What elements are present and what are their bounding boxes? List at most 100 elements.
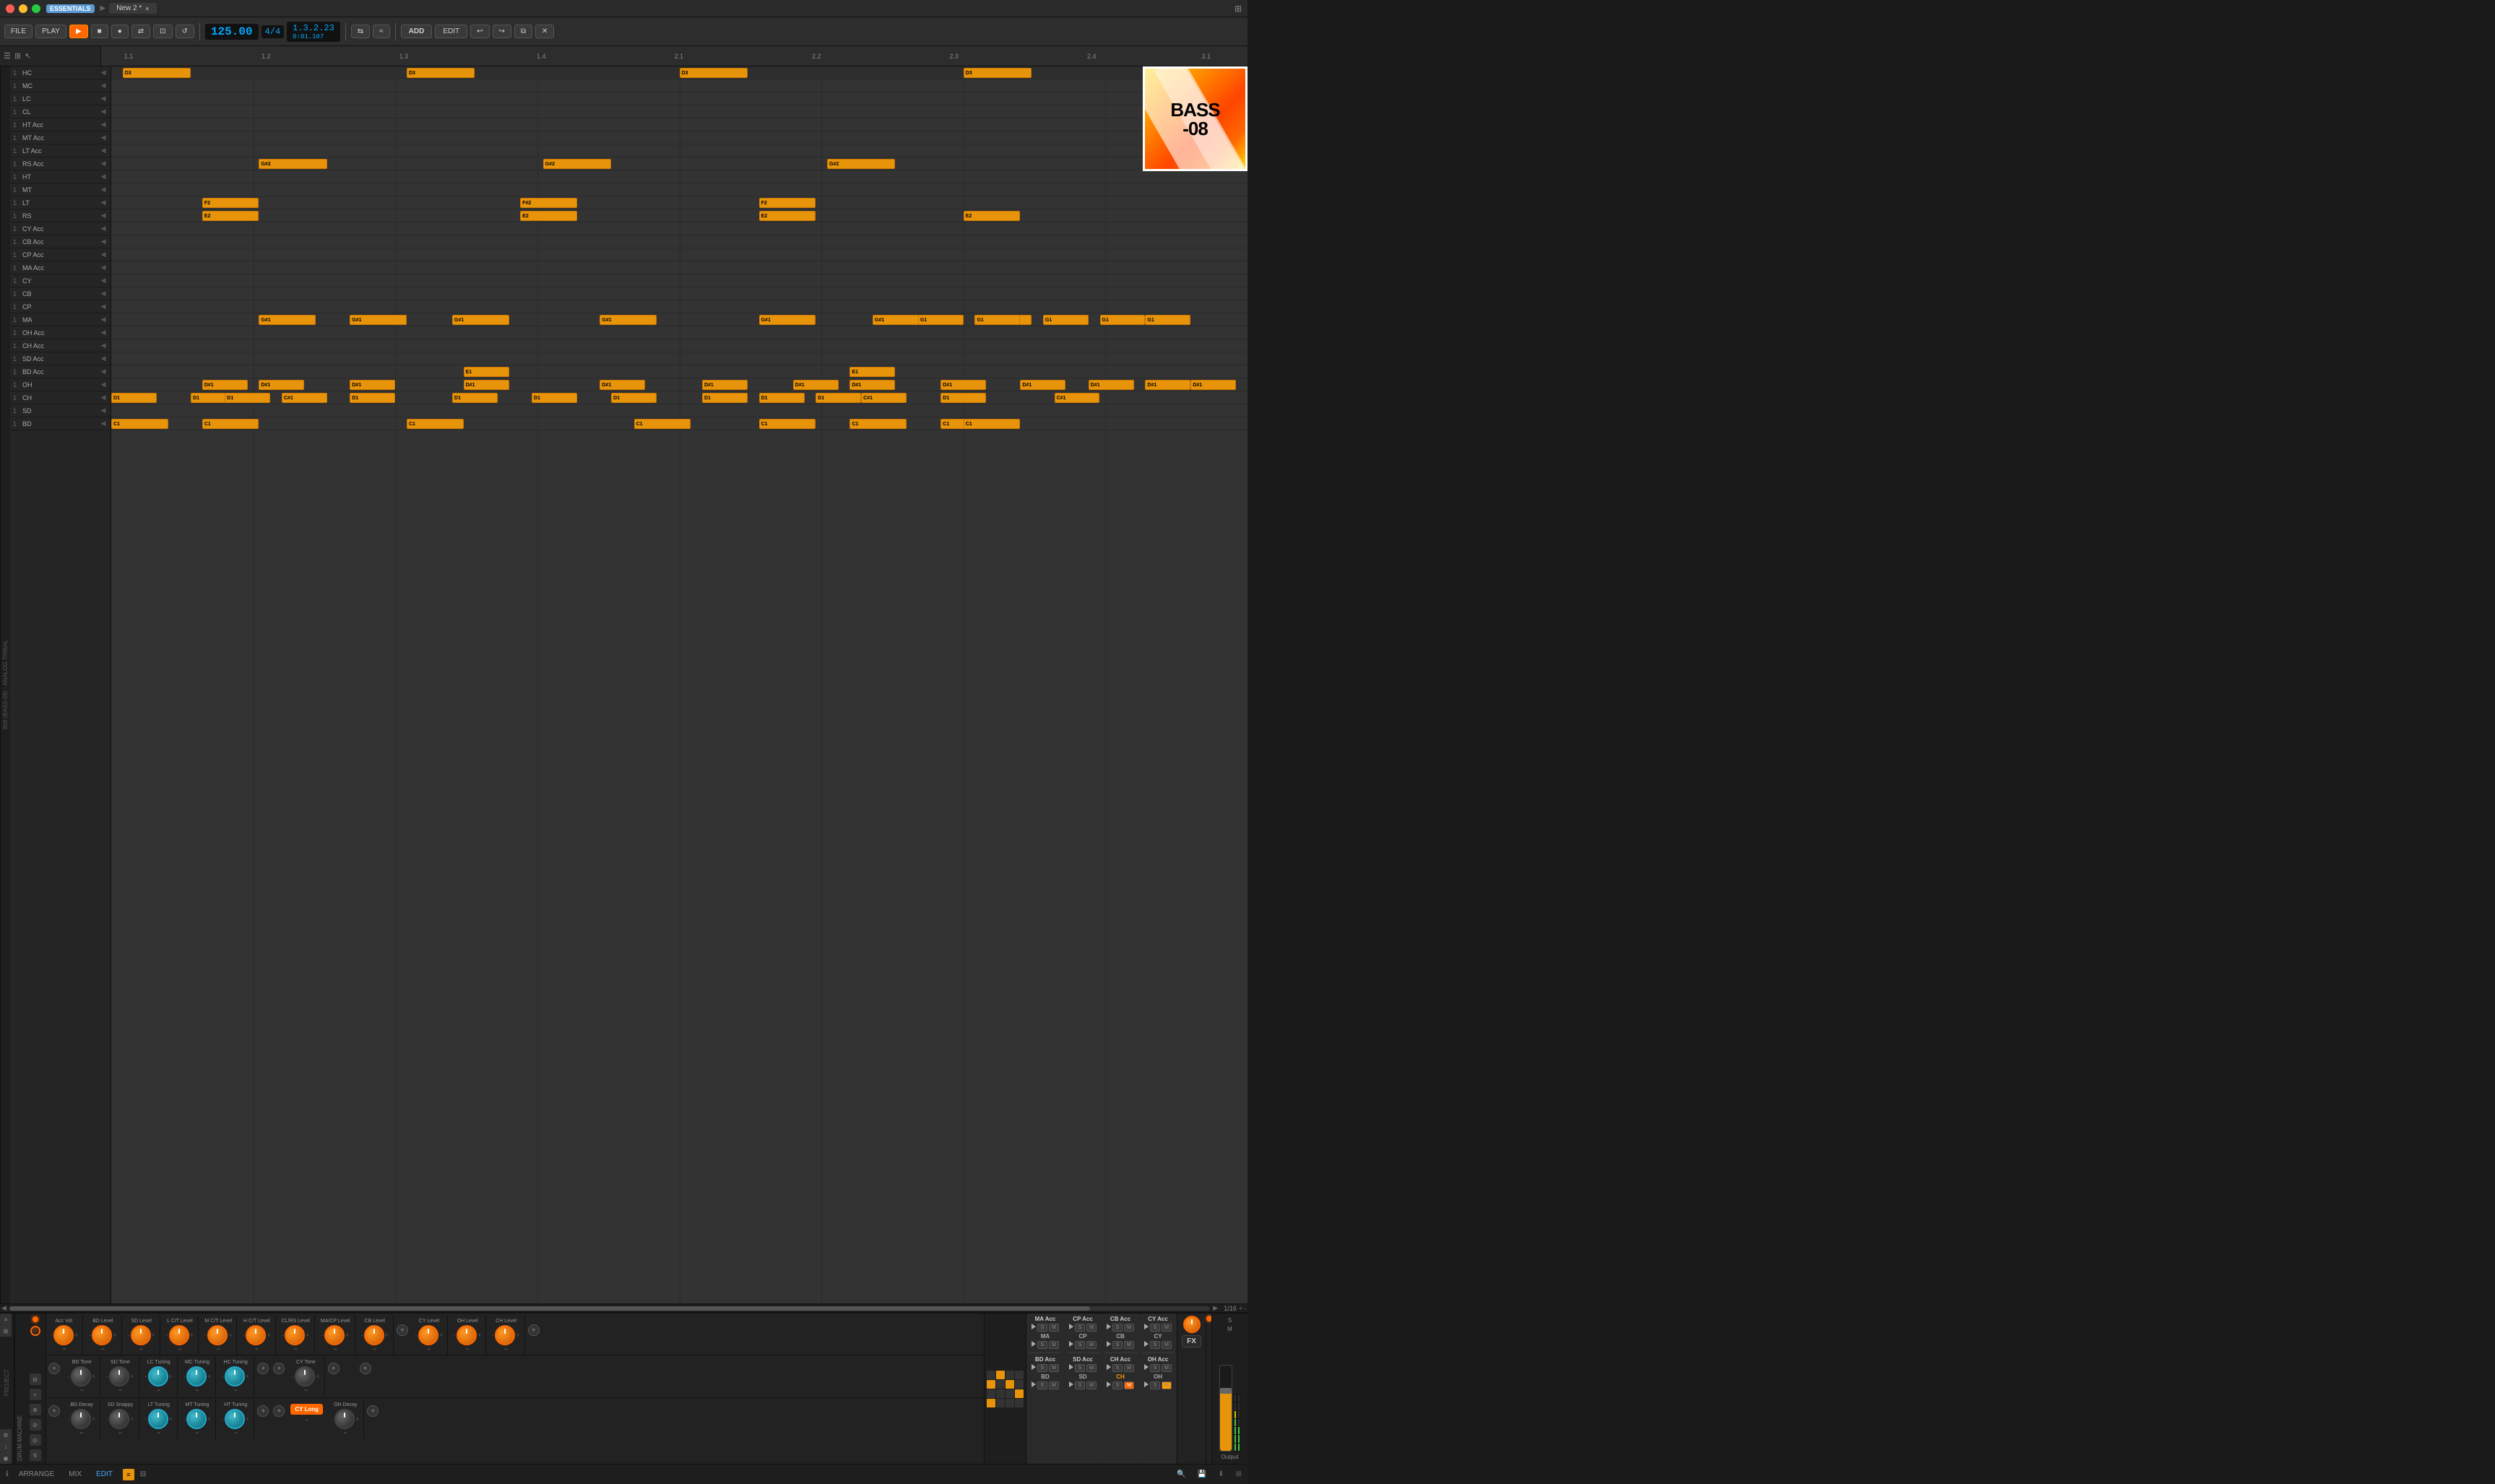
track-row[interactable]: 1CP Acc◀ — [10, 248, 111, 261]
lct-level-knob[interactable] — [169, 1325, 189, 1345]
clip-block[interactable]: D#1 — [793, 380, 839, 390]
content-row-sd-acc[interactable] — [111, 352, 1248, 365]
mute-btn-cy-acc[interactable]: M — [1162, 1324, 1172, 1332]
solo-btn-cp[interactable]: S — [1075, 1341, 1085, 1349]
matrix-cell[interactable] — [996, 1380, 1005, 1389]
capture-button[interactable]: ≈ — [373, 25, 390, 38]
track-row[interactable]: 1CY Acc◀ — [10, 222, 111, 235]
bar-beat-position[interactable]: 1.3.2.23 — [293, 23, 334, 33]
mute-btn-ma[interactable]: M — [1049, 1341, 1059, 1349]
solo-btn-sd-acc[interactable]: S — [1075, 1364, 1085, 1372]
clip-block[interactable]: D1 — [941, 393, 986, 403]
clip-block[interactable]: E2 — [202, 211, 259, 221]
content-row-oh-acc[interactable] — [111, 326, 1248, 339]
clip-block[interactable]: C1 — [964, 419, 1021, 429]
matrix-cell[interactable] — [1006, 1399, 1014, 1407]
fader-knob[interactable] — [1220, 1388, 1232, 1394]
clip-block[interactable]: D#1 — [1190, 380, 1236, 390]
content-row-ch-acc[interactable] — [111, 339, 1248, 352]
cy-long-button[interactable]: CY Long — [290, 1404, 323, 1415]
clip-block[interactable]: G#2 — [543, 159, 611, 169]
track-row[interactable]: 1HT◀ — [10, 170, 111, 183]
add-decay-btn[interactable]: + — [48, 1405, 60, 1417]
edit-options-icon[interactable]: ⊟ — [140, 1470, 146, 1478]
track-row[interactable]: 1BD◀ — [10, 417, 111, 430]
clip-block[interactable]: D#1 — [464, 380, 509, 390]
play-triangle-cb[interactable] — [1107, 1341, 1111, 1347]
matrix-cell[interactable] — [996, 1389, 1005, 1398]
scroll-right-arrow[interactable]: ▶ — [1213, 1304, 1218, 1312]
acc-vol-minus[interactable]: - — [51, 1332, 53, 1339]
list-icon[interactable]: ☰ — [4, 51, 11, 61]
clip-block[interactable]: F2 — [759, 198, 816, 208]
content-row-cl[interactable] — [111, 105, 1248, 118]
matrix-cell[interactable] — [996, 1371, 1005, 1379]
undo-button[interactable]: ↩ — [470, 25, 489, 38]
mct-level-knob[interactable] — [207, 1325, 228, 1345]
zoom-in-icon[interactable]: + — [1239, 1305, 1242, 1312]
solo-btn-bd[interactable]: S — [1037, 1381, 1047, 1389]
settings-button[interactable]: ✕ — [535, 25, 554, 38]
content-row-mt-acc[interactable] — [111, 131, 1248, 144]
bd-level-minus[interactable]: - — [89, 1332, 91, 1339]
play-triangle-oh[interactable] — [1144, 1381, 1149, 1387]
nav-mix[interactable]: MIX — [64, 1469, 86, 1480]
solo-btn-bd-acc[interactable]: S — [1037, 1364, 1047, 1372]
sd-level-knob[interactable] — [131, 1325, 151, 1345]
mute-btn-oh-acc[interactable]: M — [1162, 1364, 1172, 1372]
track-icon[interactable]: ≡ — [0, 1314, 12, 1325]
clip-block[interactable]: D#1 — [350, 380, 395, 390]
content-row-cy-acc[interactable] — [111, 222, 1248, 235]
oh-level-knob[interactable] — [457, 1325, 477, 1345]
hc-tuning-knob[interactable] — [225, 1366, 245, 1387]
clip-block[interactable]: C1 — [849, 419, 907, 429]
maximize-button[interactable] — [32, 4, 40, 13]
content-row-hc[interactable]: D3 D3 D3 D3 — [111, 66, 1248, 79]
track-row[interactable]: 1SD Acc◀ — [10, 352, 111, 365]
solo-btn-oh[interactable]: S — [1150, 1381, 1160, 1389]
add-tone-mid-btn[interactable]: + — [257, 1363, 269, 1374]
timeline-ruler[interactable]: 1.1 1.2 1.3 1.4 2.1 2.2 2.3 2.4 3.1 — [101, 46, 1248, 66]
lc-tuning-knob[interactable] — [148, 1366, 168, 1387]
mute-btn-ch[interactable]: M — [1124, 1381, 1134, 1389]
mute-btn-cb[interactable]: M — [1124, 1341, 1134, 1349]
track-row[interactable]: 1CB Acc◀ — [10, 235, 111, 248]
matrix-cell[interactable] — [987, 1389, 995, 1398]
play-triangle-bd-acc[interactable] — [1032, 1364, 1036, 1370]
clip-block[interactable]: D3 — [123, 68, 191, 78]
add-tone-right2-btn[interactable]: + — [360, 1363, 371, 1374]
content-row-ma[interactable]: G#1 G#1 G#1 G#1 G#1 G#1 G#1 G1 G1 G1 G1 … — [111, 313, 1248, 326]
matrix-cell[interactable] — [1006, 1371, 1014, 1379]
play-triangle-cy-acc[interactable] — [1144, 1324, 1149, 1329]
cursor-icon[interactable]: ↖ — [25, 51, 31, 61]
solo-btn-cy[interactable]: S — [1150, 1341, 1160, 1349]
clip-block[interactable]: D3 — [964, 68, 1032, 78]
clip-block[interactable]: F2 — [202, 198, 259, 208]
active-tab[interactable]: New 2 * × — [109, 3, 156, 14]
sd-snappy-knob[interactable] — [109, 1409, 129, 1429]
play-triangle-sd[interactable] — [1069, 1381, 1073, 1387]
play-triangle-ch-acc[interactable] — [1107, 1364, 1111, 1370]
content-row-sd[interactable] — [111, 404, 1248, 417]
track-row[interactable]: 1RS Acc◀ — [10, 157, 111, 170]
content-row-ch[interactable]: D1 D1 D1 C#1 D1 D1 D1 D1 D1 D1 D1 C#1 D1… — [111, 391, 1248, 404]
clip-block[interactable]: D1 — [816, 393, 861, 403]
search-icon[interactable]: 🔍 — [1177, 1470, 1185, 1478]
clip-block[interactable]: F#2 — [520, 198, 577, 208]
edit-mode-icon[interactable]: ≡ — [123, 1469, 134, 1480]
content-row-bd-acc[interactable]: E1 E1 — [111, 365, 1248, 378]
solo-btn-cb[interactable]: S — [1112, 1341, 1123, 1349]
add-button[interactable]: ADD — [401, 25, 433, 38]
clip-block[interactable]: C1 — [407, 419, 464, 429]
content-row-rs[interactable]: E2 E2 E2 E2 — [111, 209, 1248, 222]
mute-btn-sd-acc[interactable]: M — [1086, 1364, 1097, 1372]
add-tone-mid2-btn[interactable]: + — [273, 1363, 285, 1374]
track-row[interactable]: 1LT Acc◀ — [10, 144, 111, 157]
fx-button[interactable]: FX — [1182, 1335, 1201, 1348]
close-button[interactable] — [6, 4, 14, 13]
clip-block[interactable]: D1 — [532, 393, 577, 403]
clip-block[interactable]: E2 — [964, 211, 1021, 221]
nav-arrange[interactable]: ARRANGE — [14, 1469, 59, 1480]
matrix-cell[interactable] — [1015, 1389, 1024, 1398]
track-row[interactable]: 1OH Acc◀ — [10, 326, 111, 339]
